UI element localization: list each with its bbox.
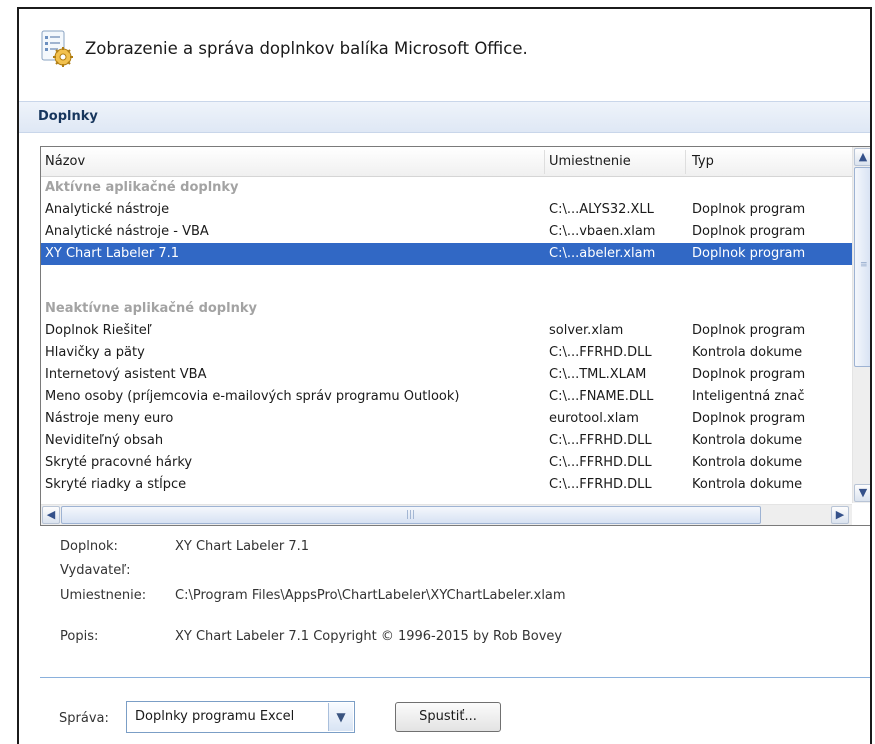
item-location: C:\...FFRHD.DLL — [549, 477, 652, 492]
manage-label: Správa: — [59, 711, 109, 726]
section-title: Doplnky — [38, 109, 98, 124]
group-header-inactive: Neaktívne aplikačné doplnky — [45, 301, 257, 316]
item-name: Doplnok Riešiteľ — [45, 323, 152, 338]
item-location: C:\...TML.XLAM — [549, 367, 647, 382]
list-item[interactable]: Nástroje meny euro eurotool.xlam Doplnok… — [41, 408, 852, 430]
item-type: Doplnok program — [692, 246, 806, 261]
scroll-up-button[interactable]: ▲ — [854, 148, 870, 166]
item-type: Kontrola dokume — [692, 477, 803, 492]
list-item[interactable]: Meno osoby (príjemcovia e-mailových sprá… — [41, 386, 852, 408]
column-header-type[interactable]: Typ — [692, 147, 714, 176]
list-item-selected[interactable]: XY Chart Labeler 7.1 C:\...abeler.xlam D… — [41, 243, 852, 265]
scroll-right-button[interactable]: ▶ — [831, 506, 849, 524]
item-location: C:\...FFRHD.DLL — [549, 345, 652, 360]
item-name: Skryté pracovné hárky — [45, 455, 193, 470]
item-name: Neviditeľný obsah — [45, 433, 164, 448]
go-button[interactable]: Spustiť... — [395, 702, 501, 732]
item-name: Nástroje meny euro — [45, 411, 174, 426]
item-name: Analytické nástroje - VBA — [45, 224, 209, 239]
scroll-down-button[interactable]: ▼ — [854, 484, 870, 502]
group-header-active: Aktívne aplikačné doplnky — [45, 180, 239, 195]
list-item[interactable]: Neviditeľný obsah C:\...FFRHD.DLL Kontro… — [41, 430, 852, 452]
grip-icon: ||| — [406, 510, 416, 520]
location-value: C:\Program Files\AppsPro\ChartLabeler\XY… — [175, 588, 566, 603]
list-header: Názov Umiestnenie Typ — [41, 147, 852, 177]
vertical-scrollbar[interactable]: ▲ ≡ ▼ — [852, 147, 870, 503]
addin-details: Doplnok: XY Chart Labeler 7.1 Vydavateľ:… — [19, 537, 870, 657]
divider — [40, 677, 870, 678]
addin-value: XY Chart Labeler 7.1 — [175, 539, 310, 554]
item-name: Analytické nástroje — [45, 202, 170, 217]
item-type: Doplnok program — [692, 411, 806, 426]
item-name: XY Chart Labeler 7.1 — [45, 246, 180, 261]
item-type: Doplnok program — [692, 202, 806, 217]
item-type: Doplnok program — [692, 224, 806, 239]
vertical-scroll-thumb[interactable]: ≡ — [854, 167, 870, 367]
column-separator[interactable] — [685, 150, 686, 174]
list-item[interactable]: Analytické nástroje C:\...ALYS32.XLL Dop… — [41, 199, 852, 221]
column-separator[interactable] — [544, 150, 545, 174]
header-title: Zobrazenie a správa doplnkov balíka Micr… — [85, 39, 528, 58]
addin-label: Doplnok: — [60, 539, 118, 554]
item-location: C:\...ALYS32.XLL — [549, 202, 654, 217]
list-rows: Aktívne aplikačné doplnky Analytické nás… — [41, 177, 852, 493]
item-name: Hlavičky a päty — [45, 345, 145, 360]
addins-panel: Zobrazenie a správa doplnkov balíka Micr… — [17, 7, 872, 744]
location-label: Umiestnenie: — [60, 588, 147, 603]
description-value: XY Chart Labeler 7.1 Copyright © 1996-20… — [175, 629, 563, 644]
item-type: Kontrola dokume — [692, 345, 803, 360]
list-item[interactable]: Hlavičky a päty C:\...FFRHD.DLL Kontrola… — [41, 342, 852, 364]
item-type: Doplnok program — [692, 367, 806, 382]
item-name: Meno osoby (príjemcovia e-mailových sprá… — [45, 389, 460, 404]
item-location: C:\...vbaen.xlam — [549, 224, 656, 239]
addins-list[interactable]: Názov Umiestnenie Typ Aktívne aplikačné … — [40, 146, 870, 526]
list-item[interactable]: Skryté pracovné hárky C:\...FFRHD.DLL Ko… — [41, 452, 852, 474]
list-item[interactable]: Doplnok Riešiteľ solver.xlam Doplnok pro… — [41, 320, 852, 342]
horizontal-scrollbar[interactable]: ◀ ||| ▶ — [41, 504, 852, 525]
header: Zobrazenie a správa doplnkov balíka Micr… — [19, 9, 870, 94]
item-location: C:\...FNAME.DLL — [549, 389, 654, 404]
addins-gear-icon — [41, 30, 73, 67]
list-item[interactable]: Skryté riadky a stĺpce C:\...FFRHD.DLL K… — [41, 474, 852, 493]
item-location: eurotool.xlam — [549, 411, 639, 426]
column-header-name[interactable]: Názov — [45, 147, 85, 176]
item-location: solver.xlam — [549, 323, 624, 338]
description-label: Popis: — [60, 629, 99, 644]
item-type: Doplnok program — [692, 323, 806, 338]
section-bar: Doplnky — [19, 101, 870, 133]
manage-select[interactable]: Doplnky programu Excel ▼ — [126, 701, 355, 733]
scroll-left-button[interactable]: ◀ — [42, 506, 60, 524]
item-type: Inteligentná znač — [692, 389, 805, 404]
item-location: C:\...abeler.xlam — [549, 246, 656, 261]
horizontal-scroll-thumb[interactable]: ||| — [61, 506, 761, 524]
chevron-down-icon[interactable]: ▼ — [328, 703, 353, 731]
list-item[interactable]: Internetový asistent VBA C:\...TML.XLAM … — [41, 364, 852, 386]
list-item[interactable]: Analytické nástroje - VBA C:\...vbaen.xl… — [41, 221, 852, 243]
item-location: C:\...FFRHD.DLL — [549, 455, 652, 470]
manage-select-value: Doplnky programu Excel — [135, 709, 295, 724]
item-type: Kontrola dokume — [692, 455, 803, 470]
grip-icon: ≡ — [860, 260, 868, 270]
publisher-label: Vydavateľ: — [60, 563, 131, 578]
item-name: Skryté riadky a stĺpce — [45, 477, 187, 492]
item-type: Kontrola dokume — [692, 433, 803, 448]
column-header-location[interactable]: Umiestnenie — [549, 147, 631, 176]
item-location: C:\...FFRHD.DLL — [549, 433, 652, 448]
item-name: Internetový asistent VBA — [45, 367, 207, 382]
